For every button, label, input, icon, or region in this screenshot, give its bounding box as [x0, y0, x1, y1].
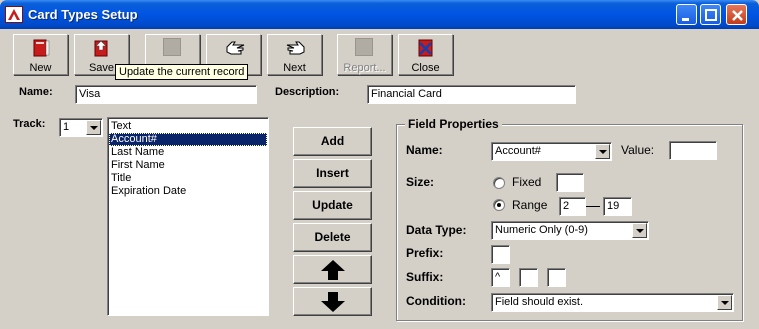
track-select[interactable]: 1	[59, 118, 103, 137]
track-label: Track:	[13, 118, 46, 130]
list-item[interactable]: First Name	[109, 159, 267, 172]
range-from-input[interactable]: 2	[559, 197, 586, 216]
close-window-button[interactable]	[726, 4, 747, 25]
suffix-input-1[interactable]: ^	[491, 268, 510, 287]
insert-button[interactable]: Insert	[293, 159, 372, 188]
fixed-label: Fixed	[512, 175, 542, 189]
condition-select[interactable]: Field should exist.	[491, 293, 734, 312]
hand-left-icon	[224, 38, 245, 58]
range-label: Range	[512, 198, 548, 212]
name-label: Name:	[19, 86, 53, 98]
close-button[interactable]: Close	[398, 34, 453, 75]
arrow-up-icon	[321, 260, 345, 280]
delete-button[interactable]: Delete	[293, 223, 372, 252]
suffix-label: Suffix:	[406, 270, 444, 284]
description-input[interactable]: Financial Card	[367, 85, 576, 104]
track-value: 1	[63, 121, 70, 133]
chevron-down-icon[interactable]	[595, 144, 610, 159]
save-book-icon	[92, 38, 112, 58]
fp-name-select[interactable]: Account#	[491, 142, 612, 161]
value-input[interactable]	[669, 141, 717, 160]
maximize-button[interactable]	[700, 4, 721, 25]
chevron-down-icon[interactable]	[86, 120, 101, 135]
app-icon	[5, 6, 23, 23]
update-button[interactable]: Update	[293, 191, 372, 220]
minimize-button[interactable]	[676, 4, 697, 25]
new-button[interactable]: New	[13, 34, 68, 75]
arrow-down-icon	[321, 292, 345, 312]
list-item[interactable]: Title	[109, 172, 267, 185]
list-item[interactable]: Last Name	[109, 146, 267, 159]
disabled-square-icon	[163, 38, 183, 58]
description-label: Description:	[275, 86, 340, 98]
next-button[interactable]: Next	[267, 34, 322, 75]
data-type-select[interactable]: Numeric Only (0-9)	[491, 221, 649, 240]
window-title: Card Types Setup	[28, 7, 138, 22]
report-disabled-icon	[355, 38, 375, 58]
save-tooltip: Update the current record	[115, 64, 249, 80]
move-down-button[interactable]	[293, 287, 372, 316]
prefix-label: Prefix:	[406, 246, 444, 260]
fixed-size-input[interactable]	[556, 173, 584, 192]
list-item[interactable]: Expiration Date	[109, 185, 267, 198]
data-type-value: Numeric Only (0-9)	[495, 224, 588, 236]
report-button[interactable]: Report...	[337, 34, 392, 75]
name-input[interactable]: Visa	[75, 85, 257, 104]
prefix-input[interactable]	[491, 245, 510, 264]
hand-right-icon	[285, 38, 305, 58]
list-item-selected[interactable]: Account#	[109, 133, 267, 146]
chevron-down-icon[interactable]	[717, 295, 732, 310]
data-type-label: Data Type:	[406, 223, 467, 237]
move-up-button[interactable]	[293, 255, 372, 284]
fp-name-label: Name:	[406, 143, 443, 157]
title-bar[interactable]: Card Types Setup	[0, 0, 759, 29]
range-radio[interactable]	[493, 199, 505, 211]
range-to-input[interactable]: 19	[603, 197, 632, 216]
fields-listbox[interactable]: Text Account# Last Name First Name Title…	[107, 117, 269, 316]
field-properties-title: Field Properties	[405, 117, 502, 131]
report-label: Report...	[343, 62, 386, 74]
close-label: Close	[411, 62, 440, 74]
suffix-input-2[interactable]	[519, 268, 538, 287]
value-label: Value:	[621, 143, 655, 157]
suffix-input-3[interactable]	[547, 268, 566, 287]
next-label: Next	[283, 62, 306, 74]
condition-label: Condition:	[406, 294, 466, 308]
add-button[interactable]: Add	[293, 127, 372, 156]
fp-name-value: Account#	[495, 145, 541, 157]
new-label: New	[29, 62, 52, 74]
fixed-radio[interactable]	[493, 177, 505, 189]
close-x-icon	[416, 38, 436, 58]
chevron-down-icon[interactable]	[632, 223, 647, 238]
new-book-icon	[31, 38, 51, 58]
range-dash	[586, 206, 600, 207]
size-label: Size:	[406, 175, 435, 189]
condition-value: Field should exist.	[495, 296, 584, 308]
list-item[interactable]: Text	[109, 120, 267, 133]
